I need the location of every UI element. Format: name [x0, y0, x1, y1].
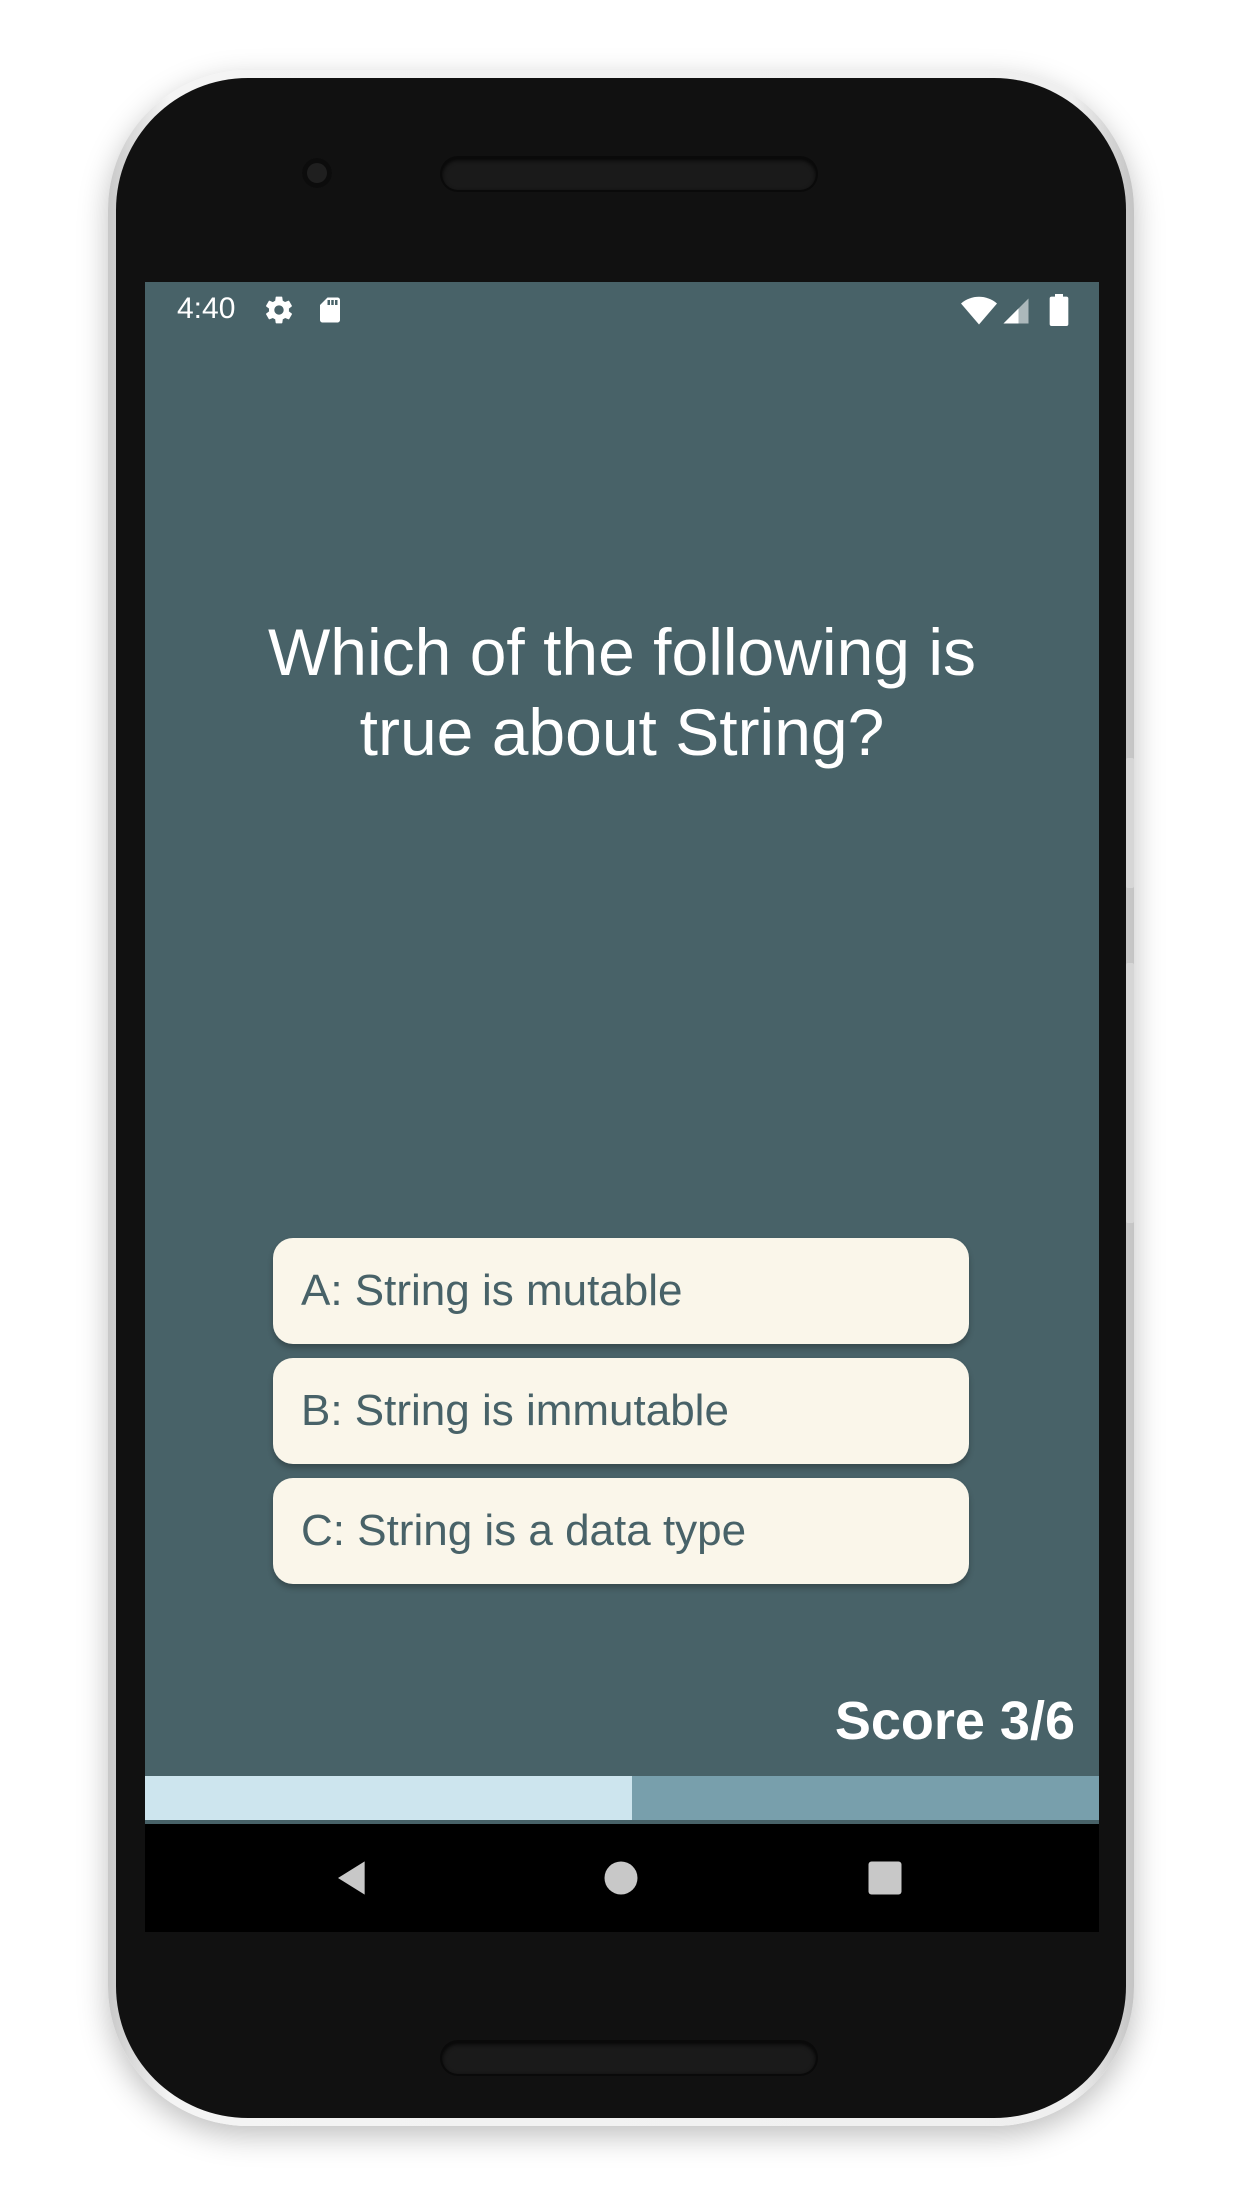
- bottom-speaker: [442, 2042, 816, 2074]
- quiz-progress-fill: [145, 1776, 632, 1820]
- answer-option-b[interactable]: B: String is immutable: [273, 1358, 969, 1464]
- quiz-progress-bar: [145, 1776, 1099, 1820]
- gear-icon: [263, 294, 295, 330]
- score-text: Score 3/6: [834, 1691, 1075, 1751]
- back-icon[interactable]: [323, 1848, 383, 1908]
- status-bar: 4:40: [145, 282, 1099, 338]
- app-screen: 4:40 Which of the following is true abou…: [145, 282, 1099, 1932]
- navigation-bar: [145, 1824, 1099, 1932]
- answer-option-c[interactable]: C: String is a data type: [273, 1478, 969, 1584]
- question-text: Which of the following is true about Str…: [268, 615, 976, 769]
- wifi-icon: [961, 296, 997, 330]
- sd-card-icon: [315, 294, 345, 330]
- cell-signal-icon: [1001, 296, 1031, 330]
- battery-icon: [1049, 294, 1069, 330]
- power-button: [1126, 963, 1134, 1223]
- recents-icon[interactable]: [855, 1848, 915, 1908]
- status-time: 4:40: [177, 292, 236, 325]
- top-speaker: [442, 158, 816, 190]
- answer-option-a[interactable]: A: String is mutable: [273, 1238, 969, 1344]
- volume-button: [1126, 758, 1134, 888]
- home-icon[interactable]: [591, 1848, 651, 1908]
- front-camera: [302, 158, 332, 188]
